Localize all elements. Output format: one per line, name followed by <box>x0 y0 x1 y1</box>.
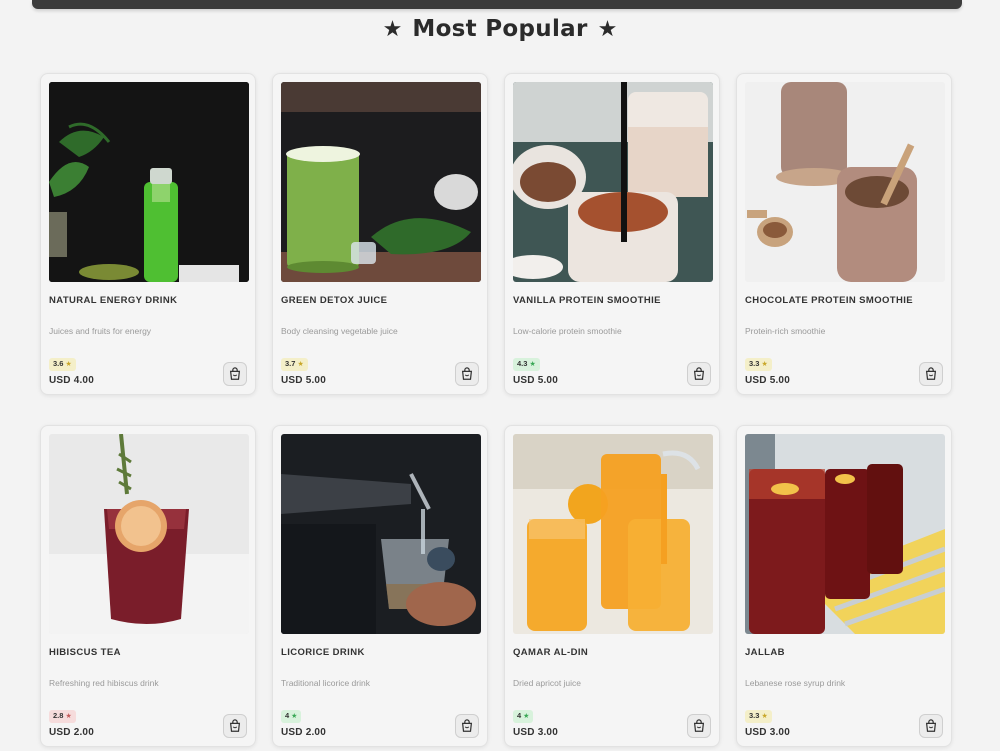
product-description: Dried apricot juice <box>513 678 582 688</box>
rating-value: 3.6 <box>53 359 64 368</box>
star-icon: ★ <box>65 361 72 368</box>
star-icon: ★ <box>523 713 530 720</box>
rating-value: 4.3 <box>517 359 528 368</box>
product-image[interactable] <box>281 434 481 634</box>
product-image[interactable] <box>49 434 249 634</box>
rating-badge: 4 ★ <box>281 710 302 723</box>
product-price: USD 2.00 <box>49 727 94 738</box>
product-card[interactable]: HIBISCUS TEA Refreshing red hibiscus dri… <box>40 425 256 747</box>
product-price: USD 3.00 <box>513 727 558 738</box>
product-image[interactable] <box>745 434 945 634</box>
product-price: USD 5.00 <box>281 375 326 386</box>
shopping-bag-icon <box>693 719 705 732</box>
add-to-cart-button[interactable] <box>687 714 711 738</box>
product-description: Refreshing red hibiscus drink <box>49 678 159 688</box>
shopping-bag-icon <box>693 367 705 380</box>
section-title: Most Popular <box>412 16 588 42</box>
shopping-bag-icon <box>461 719 473 732</box>
product-card[interactable]: CHOCOLATE PROTEIN SMOOTHIE Protein-rich … <box>736 73 952 395</box>
shopping-bag-icon <box>229 719 241 732</box>
product-card[interactable]: GREEN DETOX JUICE Body cleansing vegetab… <box>272 73 488 395</box>
add-to-cart-button[interactable] <box>455 714 479 738</box>
product-card[interactable]: LICORICE DRINK Traditional licorice drin… <box>272 425 488 747</box>
header-bar <box>32 0 962 9</box>
product-price: USD 2.00 <box>281 727 326 738</box>
product-image[interactable] <box>513 82 713 282</box>
add-to-cart-button[interactable] <box>687 362 711 386</box>
product-card[interactable]: JALLAB Lebanese rose syrup drink 3.3 ★ US… <box>736 425 952 747</box>
product-image[interactable] <box>49 82 249 282</box>
product-card[interactable]: NATURAL ENERGY DRINK Juices and fruits f… <box>40 73 256 395</box>
rating-badge: 4 ★ <box>513 710 534 723</box>
product-name: VANILLA PROTEIN SMOOTHIE <box>513 295 661 306</box>
product-price: USD 3.00 <box>745 727 790 738</box>
star-icon: ★ <box>597 16 618 41</box>
shopping-bag-icon <box>925 367 937 380</box>
product-description: Traditional licorice drink <box>281 678 370 688</box>
product-image[interactable] <box>513 434 713 634</box>
add-to-cart-button[interactable] <box>223 714 247 738</box>
star-icon: ★ <box>761 361 768 368</box>
rating-value: 3.3 <box>749 711 760 720</box>
rating-badge: 2.8 ★ <box>49 710 76 723</box>
product-name: NATURAL ENERGY DRINK <box>49 295 178 306</box>
rating-badge: 4.3 ★ <box>513 358 540 371</box>
star-icon: ★ <box>297 361 304 368</box>
product-card[interactable]: VANILLA PROTEIN SMOOTHIE Low-calorie pro… <box>504 73 720 395</box>
rating-badge: 3.7 ★ <box>281 358 308 371</box>
rating-value: 4 <box>285 711 290 720</box>
rating-value: 3.7 <box>285 359 296 368</box>
rating-badge: 3.3 ★ <box>745 358 772 371</box>
product-name: HIBISCUS TEA <box>49 647 121 658</box>
shopping-bag-icon <box>925 719 937 732</box>
star-icon: ★ <box>382 16 403 41</box>
product-name: GREEN DETOX JUICE <box>281 295 388 306</box>
add-to-cart-button[interactable] <box>919 362 943 386</box>
rating-value: 2.8 <box>53 711 64 720</box>
rating-badge: 3.6 ★ <box>49 358 76 371</box>
rating-value: 4 <box>517 711 522 720</box>
add-to-cart-button[interactable] <box>919 714 943 738</box>
add-to-cart-button[interactable] <box>223 362 247 386</box>
star-icon: ★ <box>65 713 72 720</box>
product-image[interactable] <box>281 82 481 282</box>
product-name: QAMAR AL-DIN <box>513 647 589 658</box>
product-description: Low-calorie protein smoothie <box>513 326 622 336</box>
shopping-bag-icon <box>461 367 473 380</box>
product-image[interactable] <box>745 82 945 282</box>
section-heading: ★ Most Popular ★ <box>0 16 1000 42</box>
product-card[interactable]: QAMAR AL-DIN Dried apricot juice 4 ★ USD … <box>504 425 720 747</box>
product-price: USD 5.00 <box>513 375 558 386</box>
star-icon: ★ <box>761 713 768 720</box>
product-price: USD 5.00 <box>745 375 790 386</box>
product-description: Body cleansing vegetable juice <box>281 326 398 336</box>
star-icon: ★ <box>291 713 298 720</box>
product-description: Lebanese rose syrup drink <box>745 678 846 688</box>
add-to-cart-button[interactable] <box>455 362 479 386</box>
product-description: Protein-rich smoothie <box>745 326 826 336</box>
rating-badge: 3.3 ★ <box>745 710 772 723</box>
product-name: JALLAB <box>745 647 785 658</box>
product-name: LICORICE DRINK <box>281 647 365 658</box>
shopping-bag-icon <box>229 367 241 380</box>
product-name: CHOCOLATE PROTEIN SMOOTHIE <box>745 295 914 306</box>
product-price: USD 4.00 <box>49 375 94 386</box>
rating-value: 3.3 <box>749 359 760 368</box>
product-description: Juices and fruits for energy <box>49 326 152 336</box>
star-icon: ★ <box>529 361 536 368</box>
